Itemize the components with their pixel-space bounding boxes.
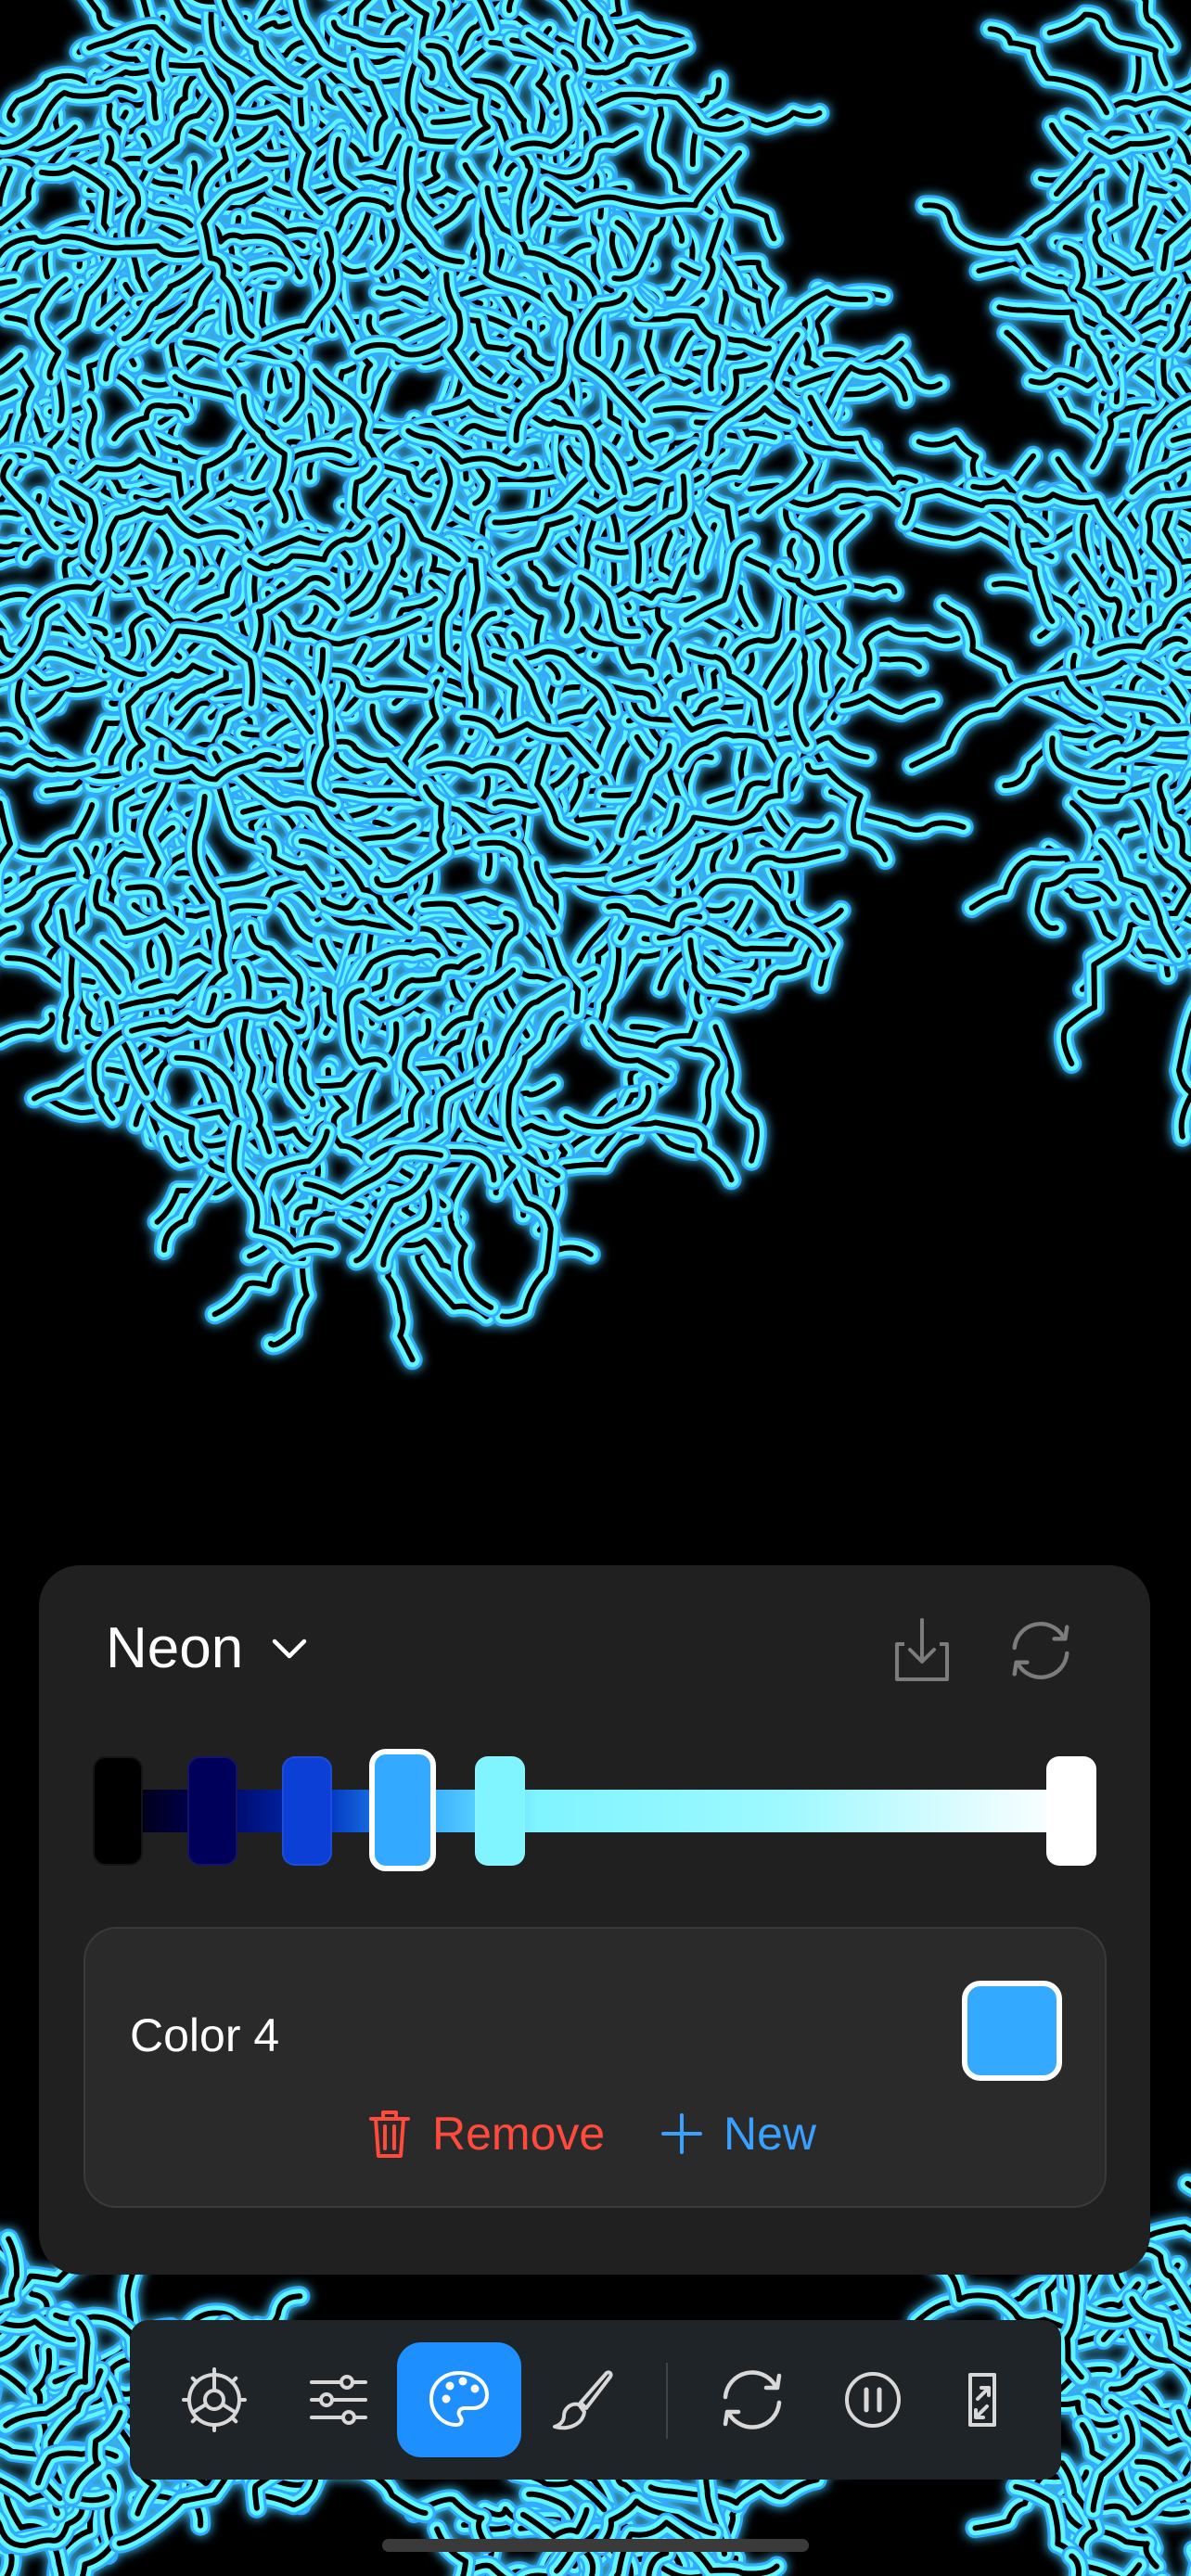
gradient-bar[interactable] (113, 1790, 1079, 1832)
home-indicator (382, 2539, 809, 2552)
chevron-down-icon (272, 1639, 307, 1658)
gear-icon (182, 2367, 247, 2432)
refresh-icon (723, 2370, 782, 2429)
trash-icon (369, 2111, 410, 2158)
color-swatch[interactable] (962, 1981, 1062, 2081)
refresh-icon (1012, 1622, 1069, 1679)
palette-icon (429, 2371, 489, 2427)
new-label: New (724, 2108, 817, 2160)
remove-color-button[interactable]: Remove (367, 2107, 605, 2161)
randomize-palette-button[interactable] (1004, 1613, 1078, 1688)
color-stop-editor: Color 4 Remove New (83, 1927, 1107, 2208)
gradient-editor[interactable] (93, 1749, 1099, 1871)
toolbar-divider (666, 2363, 668, 2439)
palette-button[interactable] (397, 2342, 521, 2457)
color-palette-panel: Neon Color 4 Remove New (39, 1565, 1150, 2275)
brush-button[interactable] (519, 2342, 644, 2457)
sliders-icon (310, 2375, 367, 2425)
bottom-toolbar (130, 2320, 1061, 2480)
reset-button[interactable] (690, 2342, 814, 2457)
color-stop-3[interactable] (282, 1756, 332, 1866)
brush-icon (553, 2370, 613, 2430)
color-stop-2[interactable] (187, 1756, 237, 1866)
color-stop-label: Color 4 (130, 2009, 280, 2061)
adjustments-button[interactable] (276, 2342, 401, 2457)
download-palette-button[interactable] (885, 1613, 959, 1688)
palette-name: Neon (106, 1616, 244, 1680)
color-stop-4[interactable] (369, 1749, 436, 1871)
download-icon (895, 1618, 949, 1681)
rotate-screen-button[interactable] (920, 2342, 1044, 2457)
palette-selector[interactable]: Neon (106, 1615, 312, 1681)
new-color-button[interactable]: New (660, 2107, 816, 2161)
color-stop-1[interactable] (93, 1756, 143, 1866)
plus-icon (661, 2113, 702, 2154)
color-stop-5[interactable] (475, 1756, 525, 1866)
remove-label: Remove (432, 2108, 606, 2160)
color-stop-6[interactable] (1046, 1756, 1096, 1866)
pause-icon (845, 2372, 901, 2428)
settings-button[interactable] (152, 2342, 276, 2457)
rotate-screen-icon (968, 2373, 996, 2427)
pause-button[interactable] (811, 2342, 935, 2457)
